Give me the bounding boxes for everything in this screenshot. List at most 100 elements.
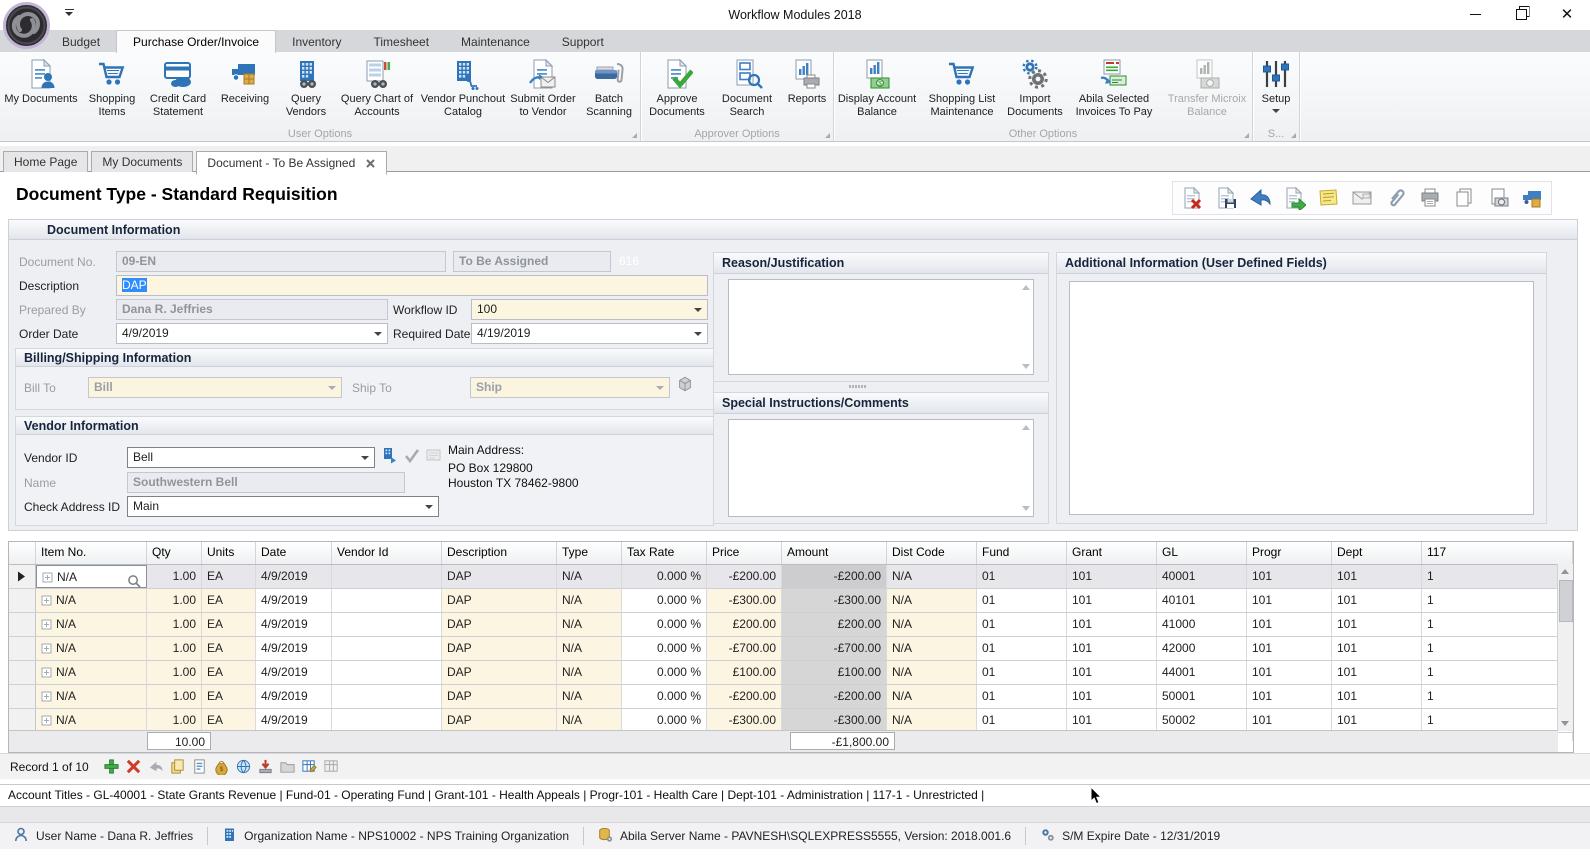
document-information-header[interactable]: Document Information	[9, 220, 1577, 240]
grid-header-type[interactable]: Type	[557, 542, 622, 564]
grid-header-dept[interactable]: Dept	[1332, 542, 1422, 564]
grid-cell-date[interactable]: 4/9/2019	[256, 637, 332, 660]
undo-button[interactable]	[1243, 184, 1277, 212]
grid-cell-date[interactable]: 4/9/2019	[256, 589, 332, 612]
grid-cell-progr[interactable]: 101	[1247, 685, 1332, 708]
grid-cell-vendor-id[interactable]	[332, 565, 442, 588]
grid-cell-price[interactable]: -£200.00	[707, 685, 782, 708]
grid-cell-units[interactable]: EA	[202, 685, 256, 708]
grid-cell-dist-code[interactable]: N/A	[887, 565, 977, 588]
grid-cell-dept[interactable]: 101	[1332, 637, 1422, 660]
grid-cell-item-no[interactable]: N/A	[36, 565, 147, 588]
grid-cell-qty[interactable]: 1.00	[147, 685, 202, 708]
grid-cell-dist-code[interactable]: N/A	[887, 589, 977, 612]
grid-cell-item-no[interactable]: N/A	[36, 613, 147, 636]
grid-cell-qty[interactable]: 1.00	[147, 709, 202, 732]
group-dialog-launcher-icon[interactable]	[632, 133, 637, 138]
workflow-id-dropdown[interactable]: 100	[471, 299, 708, 320]
ribbon-button-import-documents[interactable]: Import Documents	[1004, 55, 1066, 127]
grid-header-gl[interactable]: GL	[1157, 542, 1247, 564]
scroll-up-icon[interactable]	[1022, 425, 1030, 430]
submit-document-button[interactable]	[1277, 184, 1311, 212]
grid-cell-qty[interactable]: 1.00	[147, 661, 202, 684]
grid-cell-fund[interactable]: 01	[977, 637, 1067, 660]
grid-cell-gl[interactable]: 50001	[1157, 685, 1247, 708]
grid-cell-description[interactable]: DAP	[442, 613, 557, 636]
paste-record-icon[interactable]	[189, 758, 211, 776]
grid-cell-gl[interactable]: 42000	[1157, 637, 1247, 660]
export-import-icon[interactable]	[255, 758, 277, 776]
scroll-down-icon[interactable]	[1022, 506, 1030, 511]
grid-cell-price[interactable]: -£300.00	[707, 709, 782, 732]
ribbon-button-reports[interactable]: Reports	[781, 55, 833, 127]
grid-header-qty[interactable]: Qty	[147, 542, 202, 564]
web-lookup-icon[interactable]	[233, 758, 255, 776]
grid-cell-vendor-id[interactable]	[332, 709, 442, 732]
grid-header-description[interactable]: Description	[442, 542, 557, 564]
grid-cell-amount[interactable]: -£300.00	[782, 589, 887, 612]
grid-cell-type[interactable]: N/A	[557, 685, 622, 708]
grid-cell-units[interactable]: EA	[202, 613, 256, 636]
print-button[interactable]	[1413, 184, 1447, 212]
grid-cell-type[interactable]: N/A	[557, 661, 622, 684]
grid-header-dist-code[interactable]: Dist Code	[887, 542, 977, 564]
grid-header-vendor-id[interactable]: Vendor Id	[332, 542, 442, 564]
grid-header-date[interactable]: Date	[256, 542, 332, 564]
grid-cell-tax-rate[interactable]: 0.000 %	[622, 613, 707, 636]
grid-cell-item-no[interactable]: N/A	[36, 589, 147, 612]
horizontal-splitter[interactable]	[849, 385, 875, 389]
grid-cell-fund[interactable]: 01	[977, 565, 1067, 588]
grid-cell-117[interactable]: 1	[1422, 589, 1573, 612]
grid-cell-amount[interactable]: -£200.00	[782, 685, 887, 708]
ribbon-button-approve-documents[interactable]: Approve Documents	[641, 55, 713, 127]
grid-cell-date[interactable]: 4/9/2019	[256, 613, 332, 636]
grid-header-item-no[interactable]: Item No.	[36, 542, 147, 564]
grid-cell-tax-rate[interactable]: 0.000 %	[622, 709, 707, 732]
ribbon-button-document-search[interactable]: Document Search	[713, 55, 781, 127]
grid-cell-dept[interactable]: 101	[1332, 565, 1422, 588]
grid-cell-price[interactable]: £200.00	[707, 613, 782, 636]
ribbon-button-query-chart-of-accounts[interactable]: Query Chart of Accounts	[336, 55, 418, 127]
grid-cell-vendor-id[interactable]	[332, 613, 442, 636]
grid-cell-description[interactable]: DAP	[442, 589, 557, 612]
grid-cell-117[interactable]: 1	[1422, 685, 1573, 708]
grid-cell-fund[interactable]: 01	[977, 685, 1067, 708]
grid-cell-dist-code[interactable]: N/A	[887, 685, 977, 708]
group-dialog-launcher-icon[interactable]	[825, 133, 830, 138]
grid-cell-date[interactable]: 4/9/2019	[256, 565, 332, 588]
grid-cell-units[interactable]: EA	[202, 637, 256, 660]
delete-record-icon[interactable]	[123, 758, 145, 776]
grid-cell-amount[interactable]: -£200.00	[782, 565, 887, 588]
undo-record-icon[interactable]	[145, 758, 167, 776]
grid-cell-units[interactable]: EA	[202, 709, 256, 732]
grid-header-117[interactable]: 117	[1422, 542, 1573, 564]
ribbon-button-submit-order-to-vendor[interactable]: Submit Order to Vendor	[508, 55, 578, 127]
grid-cell-amount[interactable]: £200.00	[782, 613, 887, 636]
ribbon-tab-maintenance[interactable]: Maintenance	[445, 31, 546, 53]
grid-cell-date[interactable]: 4/9/2019	[256, 709, 332, 732]
minimize-button[interactable]	[1452, 0, 1498, 29]
grid-cell-item-no[interactable]: N/A	[36, 685, 147, 708]
ribbon-button-batch-scanning[interactable]: Batch Scanning	[578, 55, 640, 127]
attachments-button[interactable]	[1379, 184, 1413, 212]
grid-cell-grant[interactable]: 101	[1067, 637, 1157, 660]
grid-cell-fund[interactable]: 01	[977, 613, 1067, 636]
close-button[interactable]: ✕	[1544, 0, 1590, 29]
ribbon-button-abila-selected-invoices-to-pay[interactable]: Abila Selected Invoices To Pay	[1066, 55, 1162, 127]
ribbon-button-receiving[interactable]: Receiving	[214, 55, 276, 127]
reason-justification-textarea[interactable]	[728, 279, 1034, 375]
grid-header-units[interactable]: Units	[202, 542, 256, 564]
check-address-dropdown[interactable]: Main	[127, 496, 439, 517]
grid-header-tax-rate[interactable]: Tax Rate	[622, 542, 707, 564]
grid-cell-dept[interactable]: 101	[1332, 589, 1422, 612]
grid-edit-icon[interactable]	[299, 758, 321, 776]
group-dialog-launcher-icon[interactable]	[1244, 133, 1249, 138]
grid-cell-date[interactable]: 4/9/2019	[256, 685, 332, 708]
restore-button[interactable]	[1498, 0, 1544, 29]
grid-vertical-scrollbar[interactable]	[1557, 564, 1573, 731]
grid-cell-qty[interactable]: 1.00	[147, 637, 202, 660]
tab-close-icon[interactable]	[365, 158, 376, 169]
grid-view-icon[interactable]	[321, 758, 343, 776]
special-instructions-textarea[interactable]	[728, 419, 1034, 517]
grid-cell-qty[interactable]: 1.00	[147, 613, 202, 636]
